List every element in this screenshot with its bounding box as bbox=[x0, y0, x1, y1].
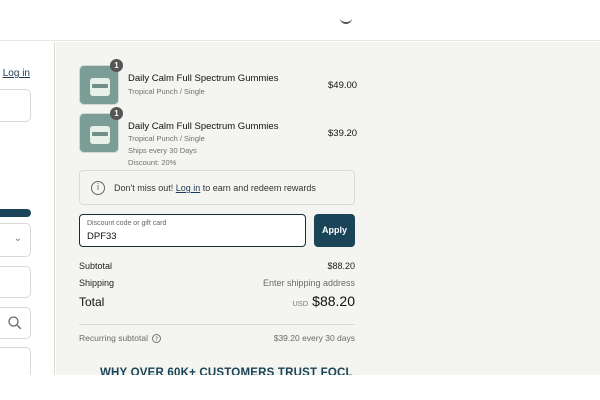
recurring-subtotal-label: Recurring subtotal bbox=[79, 333, 148, 343]
subtotal-row: Subtotal $88.20 bbox=[79, 261, 355, 271]
country-select[interactable]: ⌄ bbox=[0, 223, 31, 257]
line-item-price: $49.00 bbox=[328, 80, 358, 91]
total-currency: USD bbox=[292, 299, 309, 308]
total-row: Total USD $88.20 bbox=[79, 293, 355, 309]
email-field[interactable] bbox=[0, 89, 31, 122]
total-label: Total bbox=[79, 295, 105, 309]
subscription-frequency: Ships every 30 Days bbox=[128, 146, 197, 155]
apply-button[interactable]: Apply bbox=[314, 214, 355, 247]
rewards-notice: i Don't miss out! Log in to earn and red… bbox=[79, 170, 355, 205]
shipping-label: Shipping bbox=[79, 278, 115, 288]
subscription-discount: Discount: 20% bbox=[128, 158, 177, 167]
product-variant: Tropical Punch / Single bbox=[128, 87, 205, 96]
subtotal-value: $88.20 bbox=[327, 261, 355, 271]
product-variant: Tropical Punch / Single bbox=[128, 134, 205, 143]
rewards-notice-text: Don't miss out! Log in to earn and redee… bbox=[114, 183, 316, 193]
product-name: Daily Calm Full Spectrum Gummies bbox=[128, 121, 279, 132]
chevron-down-icon: ⌄ bbox=[13, 233, 22, 244]
login-link[interactable]: Log in bbox=[3, 68, 30, 79]
page-bottom bbox=[0, 375, 600, 400]
search-icon bbox=[8, 316, 22, 330]
top-header bbox=[0, 0, 600, 41]
info-icon: i bbox=[91, 181, 105, 195]
quantity-badge: 1 bbox=[110, 59, 123, 72]
checkout-form-column: Log in ⌄ bbox=[0, 42, 55, 382]
name-field[interactable] bbox=[0, 266, 31, 298]
discount-code-input[interactable] bbox=[87, 231, 287, 242]
address-field[interactable] bbox=[0, 307, 31, 339]
discount-code-field[interactable]: Discount code or gift card bbox=[79, 214, 306, 247]
quantity-badge: 1 bbox=[110, 107, 123, 120]
total-value: $88.20 bbox=[312, 293, 355, 309]
subtotal-label: Subtotal bbox=[79, 261, 113, 271]
continue-button[interactable] bbox=[0, 209, 31, 217]
recurring-subtotal-value: $39.20 every 30 days bbox=[273, 333, 355, 343]
product-name: Daily Calm Full Spectrum Gummies bbox=[128, 73, 279, 84]
discount-code-label: Discount code or gift card bbox=[87, 220, 167, 227]
shipping-row: Shipping Enter shipping address bbox=[79, 278, 355, 288]
rewards-login-link[interactable]: Log in bbox=[176, 183, 201, 193]
order-summary-panel: 1 Daily Calm Full Spectrum Gummies Tropi… bbox=[56, 42, 600, 379]
line-item-price: $39.20 bbox=[328, 128, 358, 139]
divider bbox=[79, 324, 355, 325]
question-icon[interactable]: ? bbox=[151, 334, 161, 343]
shipping-value: Enter shipping address bbox=[262, 278, 355, 288]
recurring-subtotal-row: Recurring subtotal? $39.20 every 30 days bbox=[79, 333, 355, 343]
brand-logo[interactable] bbox=[340, 18, 352, 24]
